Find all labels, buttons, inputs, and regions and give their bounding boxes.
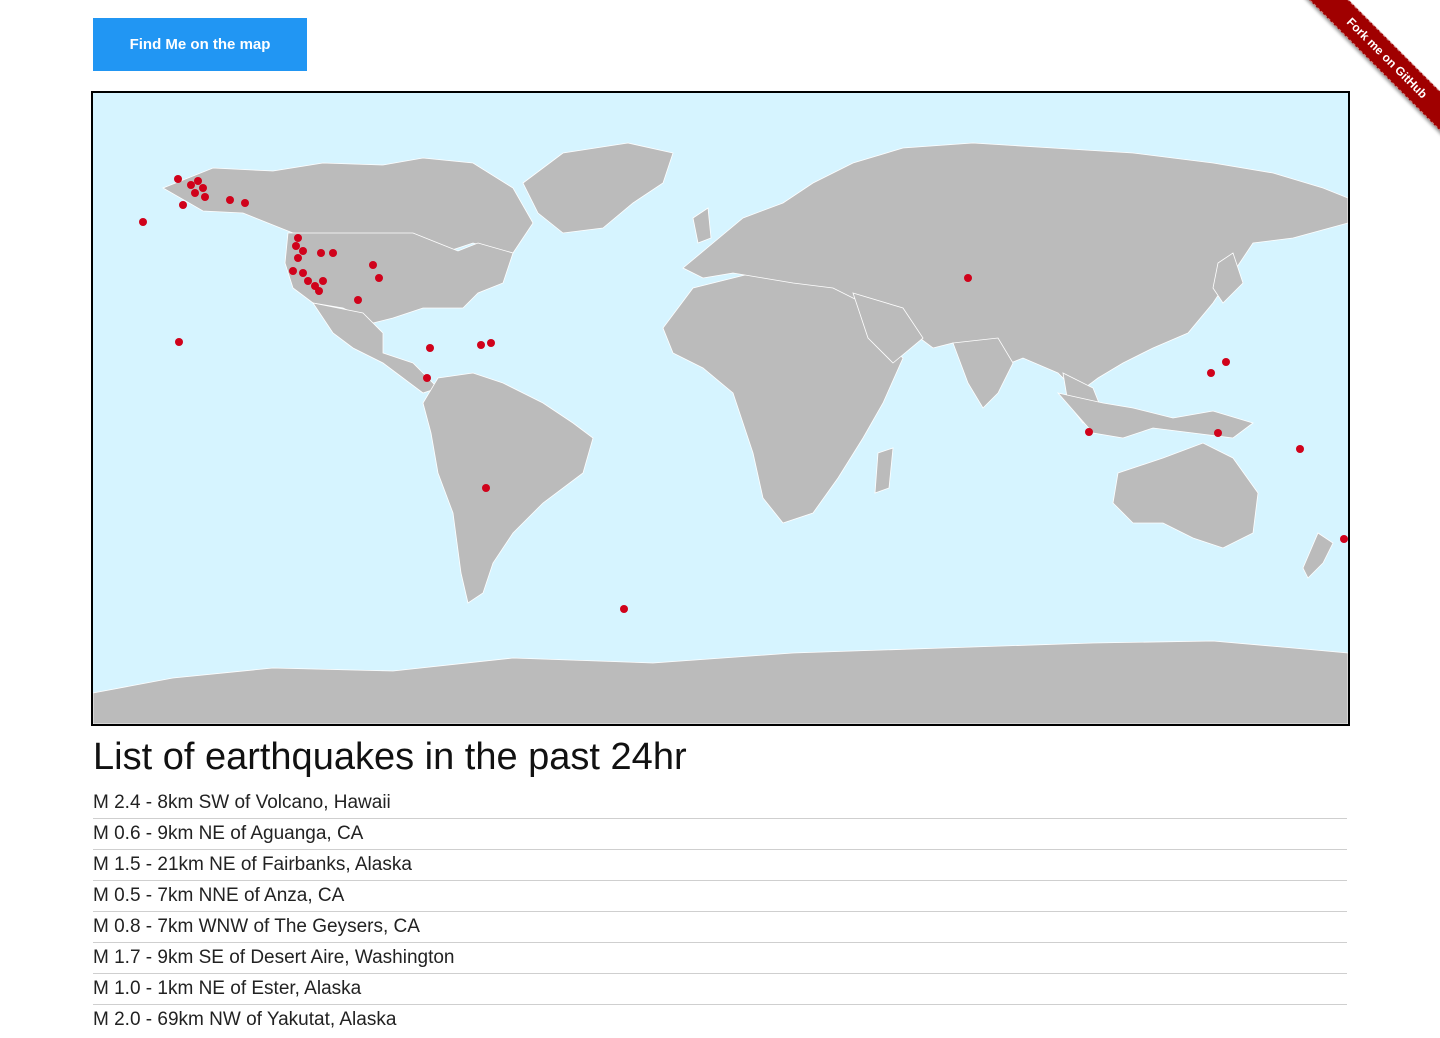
landmass-madagascar	[874, 447, 894, 494]
quake-marker	[1222, 358, 1230, 366]
list-title: List of earthquakes in the past 24hr	[93, 736, 687, 778]
list-item[interactable]: M 0.5 - 7km NNE of Anza, CA	[93, 881, 1347, 912]
list-item[interactable]: M 1.0 - 1km NE of Ester, Alaska	[93, 974, 1347, 1005]
quake-marker	[477, 341, 485, 349]
quake-marker	[294, 254, 302, 262]
landmass-uk	[692, 207, 712, 244]
landmass-greenland	[522, 142, 674, 234]
find-me-button[interactable]: Find Me on the map	[93, 18, 307, 71]
quake-marker	[201, 193, 209, 201]
quake-marker	[317, 249, 325, 257]
quake-marker	[964, 274, 972, 282]
list-item[interactable]: M 1.7 - 9km SE of Desert Aire, Washingto…	[93, 943, 1347, 974]
land-layer	[93, 142, 1348, 724]
map-canvas	[93, 142, 1348, 724]
earthquake-list: M 2.4 - 8km SW of Volcano, Hawaii M 0.6 …	[93, 788, 1347, 1035]
quake-marker	[354, 296, 362, 304]
list-item[interactable]: M 0.8 - 7km WNW of The Geysers, CA	[93, 912, 1347, 943]
quake-marker	[299, 247, 307, 255]
quake-marker	[304, 277, 312, 285]
quake-marker	[315, 287, 323, 295]
list-item[interactable]: M 2.4 - 8km SW of Volcano, Hawaii	[93, 788, 1347, 819]
quake-marker	[139, 218, 147, 226]
landmass-south-america	[422, 372, 594, 604]
quake-marker	[329, 249, 337, 257]
quake-marker	[179, 201, 187, 209]
quake-marker	[226, 196, 234, 204]
quake-marker	[292, 242, 300, 250]
quake-marker	[1296, 445, 1304, 453]
quake-marker	[175, 338, 183, 346]
landmass-india	[952, 337, 1014, 409]
quake-marker	[1340, 535, 1348, 543]
list-item[interactable]: M 2.0 - 69km NW of Yakutat, Alaska	[93, 1005, 1347, 1035]
quake-marker	[299, 269, 307, 277]
quake-marker	[191, 189, 199, 197]
quake-marker	[423, 374, 431, 382]
quake-marker	[375, 274, 383, 282]
landmass-australia	[1112, 442, 1259, 549]
quake-marker	[1085, 428, 1093, 436]
landmass-antarctica	[93, 640, 1348, 724]
quake-marker	[174, 175, 182, 183]
quake-marker	[241, 199, 249, 207]
quake-marker	[294, 234, 302, 242]
list-item[interactable]: M 0.6 - 9km NE of Aguanga, CA	[93, 819, 1347, 850]
quake-marker	[1207, 369, 1215, 377]
quake-marker	[482, 484, 490, 492]
quake-marker	[319, 277, 327, 285]
quake-marker	[289, 267, 297, 275]
quake-marker	[199, 184, 207, 192]
quake-marker	[1214, 429, 1222, 437]
quake-marker	[487, 339, 495, 347]
quake-marker	[620, 605, 628, 613]
quake-marker	[187, 181, 195, 189]
quake-marker	[194, 177, 202, 185]
list-item[interactable]: M 1.5 - 21km NE of Fairbanks, Alaska	[93, 850, 1347, 881]
quake-marker	[426, 344, 434, 352]
quake-marker	[369, 261, 377, 269]
world-map[interactable]	[91, 91, 1350, 726]
landmass-new-zealand	[1302, 532, 1334, 579]
